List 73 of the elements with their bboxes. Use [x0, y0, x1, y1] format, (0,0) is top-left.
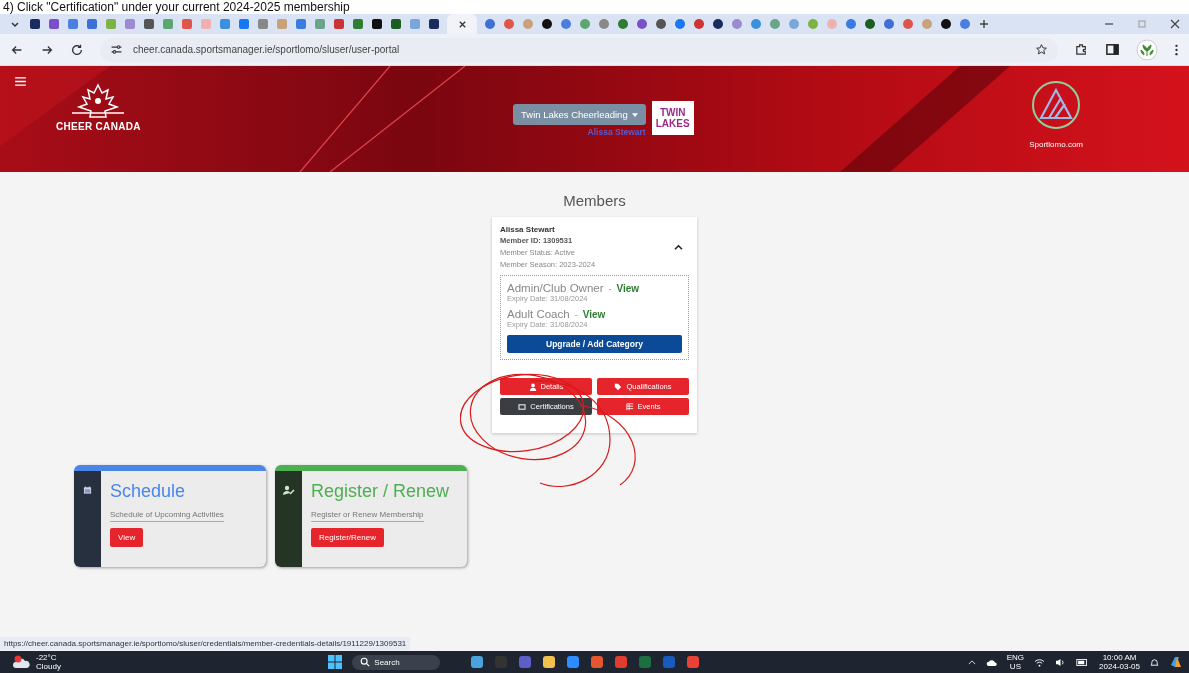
clock-date[interactable]: 2024-03-05 — [1099, 662, 1140, 671]
reload-icon[interactable] — [70, 42, 84, 57]
status-url: https://cheer.canada.sportsmanager.ie/sportlomo/sluser/credentials/member-credentials-details/1911229/1309531 — [0, 637, 411, 650]
star-icon[interactable] — [1035, 43, 1048, 56]
club-dropdown[interactable]: Twin Lakes Cheerleading — [513, 104, 646, 125]
org-name: CHEER CANADA — [56, 121, 141, 132]
tab-icon[interactable] — [541, 18, 553, 30]
chevron-icon[interactable] — [674, 243, 683, 251]
close-icon[interactable] — [457, 19, 467, 29]
club-logo: TWIN LAKES — [651, 101, 694, 135]
taskbar-app-icon[interactable] — [470, 655, 485, 669]
tile-title: Schedule — [110, 481, 187, 502]
view-link[interactable]: View — [582, 309, 606, 320]
profile-avatar-icon[interactable] — [1136, 38, 1158, 61]
side-panel-icon[interactable] — [1105, 42, 1120, 57]
tile-title: Register / Renew — [311, 481, 451, 502]
taskbar-search-field[interactable]: Search — [352, 654, 441, 670]
tile-button[interactable]: View — [110, 528, 144, 547]
close-icon[interactable] — [1169, 18, 1181, 30]
caret-icon — [631, 112, 638, 117]
person-icon — [528, 382, 537, 391]
taskbar-app-icon[interactable] — [542, 655, 557, 669]
member-name: Alissa Stewart — [500, 225, 556, 234]
tab-icon[interactable] — [864, 18, 876, 30]
site-settings-icon[interactable] — [110, 43, 123, 56]
speaker-icon[interactable] — [1055, 657, 1067, 667]
battery-icon[interactable] — [1076, 658, 1090, 666]
clock-time[interactable]: 10:00 AM — [1102, 653, 1137, 662]
weather-condition: Cloudy — [36, 662, 61, 671]
temperature: -22°C — [36, 653, 57, 662]
list-icon — [625, 402, 634, 411]
menu-icon[interactable] — [15, 77, 26, 86]
tab-icon[interactable] — [390, 18, 402, 30]
cloud-icon[interactable] — [985, 658, 997, 666]
id-card-icon — [518, 402, 527, 411]
windows-start-icon[interactable] — [328, 655, 343, 669]
taskbar-app-icon[interactable] — [590, 655, 605, 669]
active-tab[interactable] — [447, 14, 477, 34]
section-title: Members — [563, 192, 626, 209]
keyboard-region[interactable]: US — [1009, 662, 1021, 671]
tab-icon[interactable] — [428, 18, 440, 30]
tab-icon[interactable] — [371, 18, 383, 30]
view-link[interactable]: View — [616, 283, 640, 294]
person-edit-icon — [282, 485, 295, 495]
instruction-caption: 4) Click "Certification" under your current 2024-2025 membership — [2, 0, 350, 14]
tab-icon[interactable] — [940, 18, 952, 30]
tag-icon — [614, 382, 623, 391]
menu-icon[interactable] — [1174, 42, 1179, 57]
tile-link[interactable]: Register or Renew Membership — [311, 510, 424, 522]
triangle-logo-icon — [1031, 80, 1082, 130]
wifi-icon[interactable] — [1034, 657, 1046, 667]
new-tab-icon[interactable] — [978, 18, 990, 30]
tile-button[interactable]: Register/Renew — [311, 528, 384, 547]
search-icon — [360, 657, 371, 667]
calendar-icon — [83, 485, 92, 495]
upgrade-button[interactable]: Upgrade / Add Category — [507, 335, 682, 353]
taskbar-app-icon[interactable] — [566, 655, 581, 669]
tile-link[interactable]: Schedule of Upcoming Activities — [110, 510, 224, 522]
separator: - — [574, 310, 578, 320]
copilot-icon[interactable] — [1169, 655, 1183, 669]
taskbar-app-icon[interactable] — [686, 655, 701, 669]
language[interactable]: ENG — [1006, 653, 1025, 662]
address-field[interactable]: cheer.canada.sportsmanager.ie/sportlomo/sluser/user-portal — [100, 37, 1058, 62]
weather-icon[interactable] — [12, 655, 32, 669]
provider-name: Sportlomo.com — [1029, 140, 1083, 149]
extensions-icon[interactable] — [1074, 42, 1089, 57]
chevron-up-icon[interactable] — [967, 659, 976, 665]
separator: - — [608, 284, 612, 294]
bell-icon[interactable] — [1150, 657, 1159, 667]
tab-icon[interactable] — [29, 18, 41, 30]
category-name: Adult Coach — [507, 308, 570, 320]
category-name: Admin/Club Owner — [507, 282, 604, 294]
tab-icon[interactable] — [712, 18, 724, 30]
